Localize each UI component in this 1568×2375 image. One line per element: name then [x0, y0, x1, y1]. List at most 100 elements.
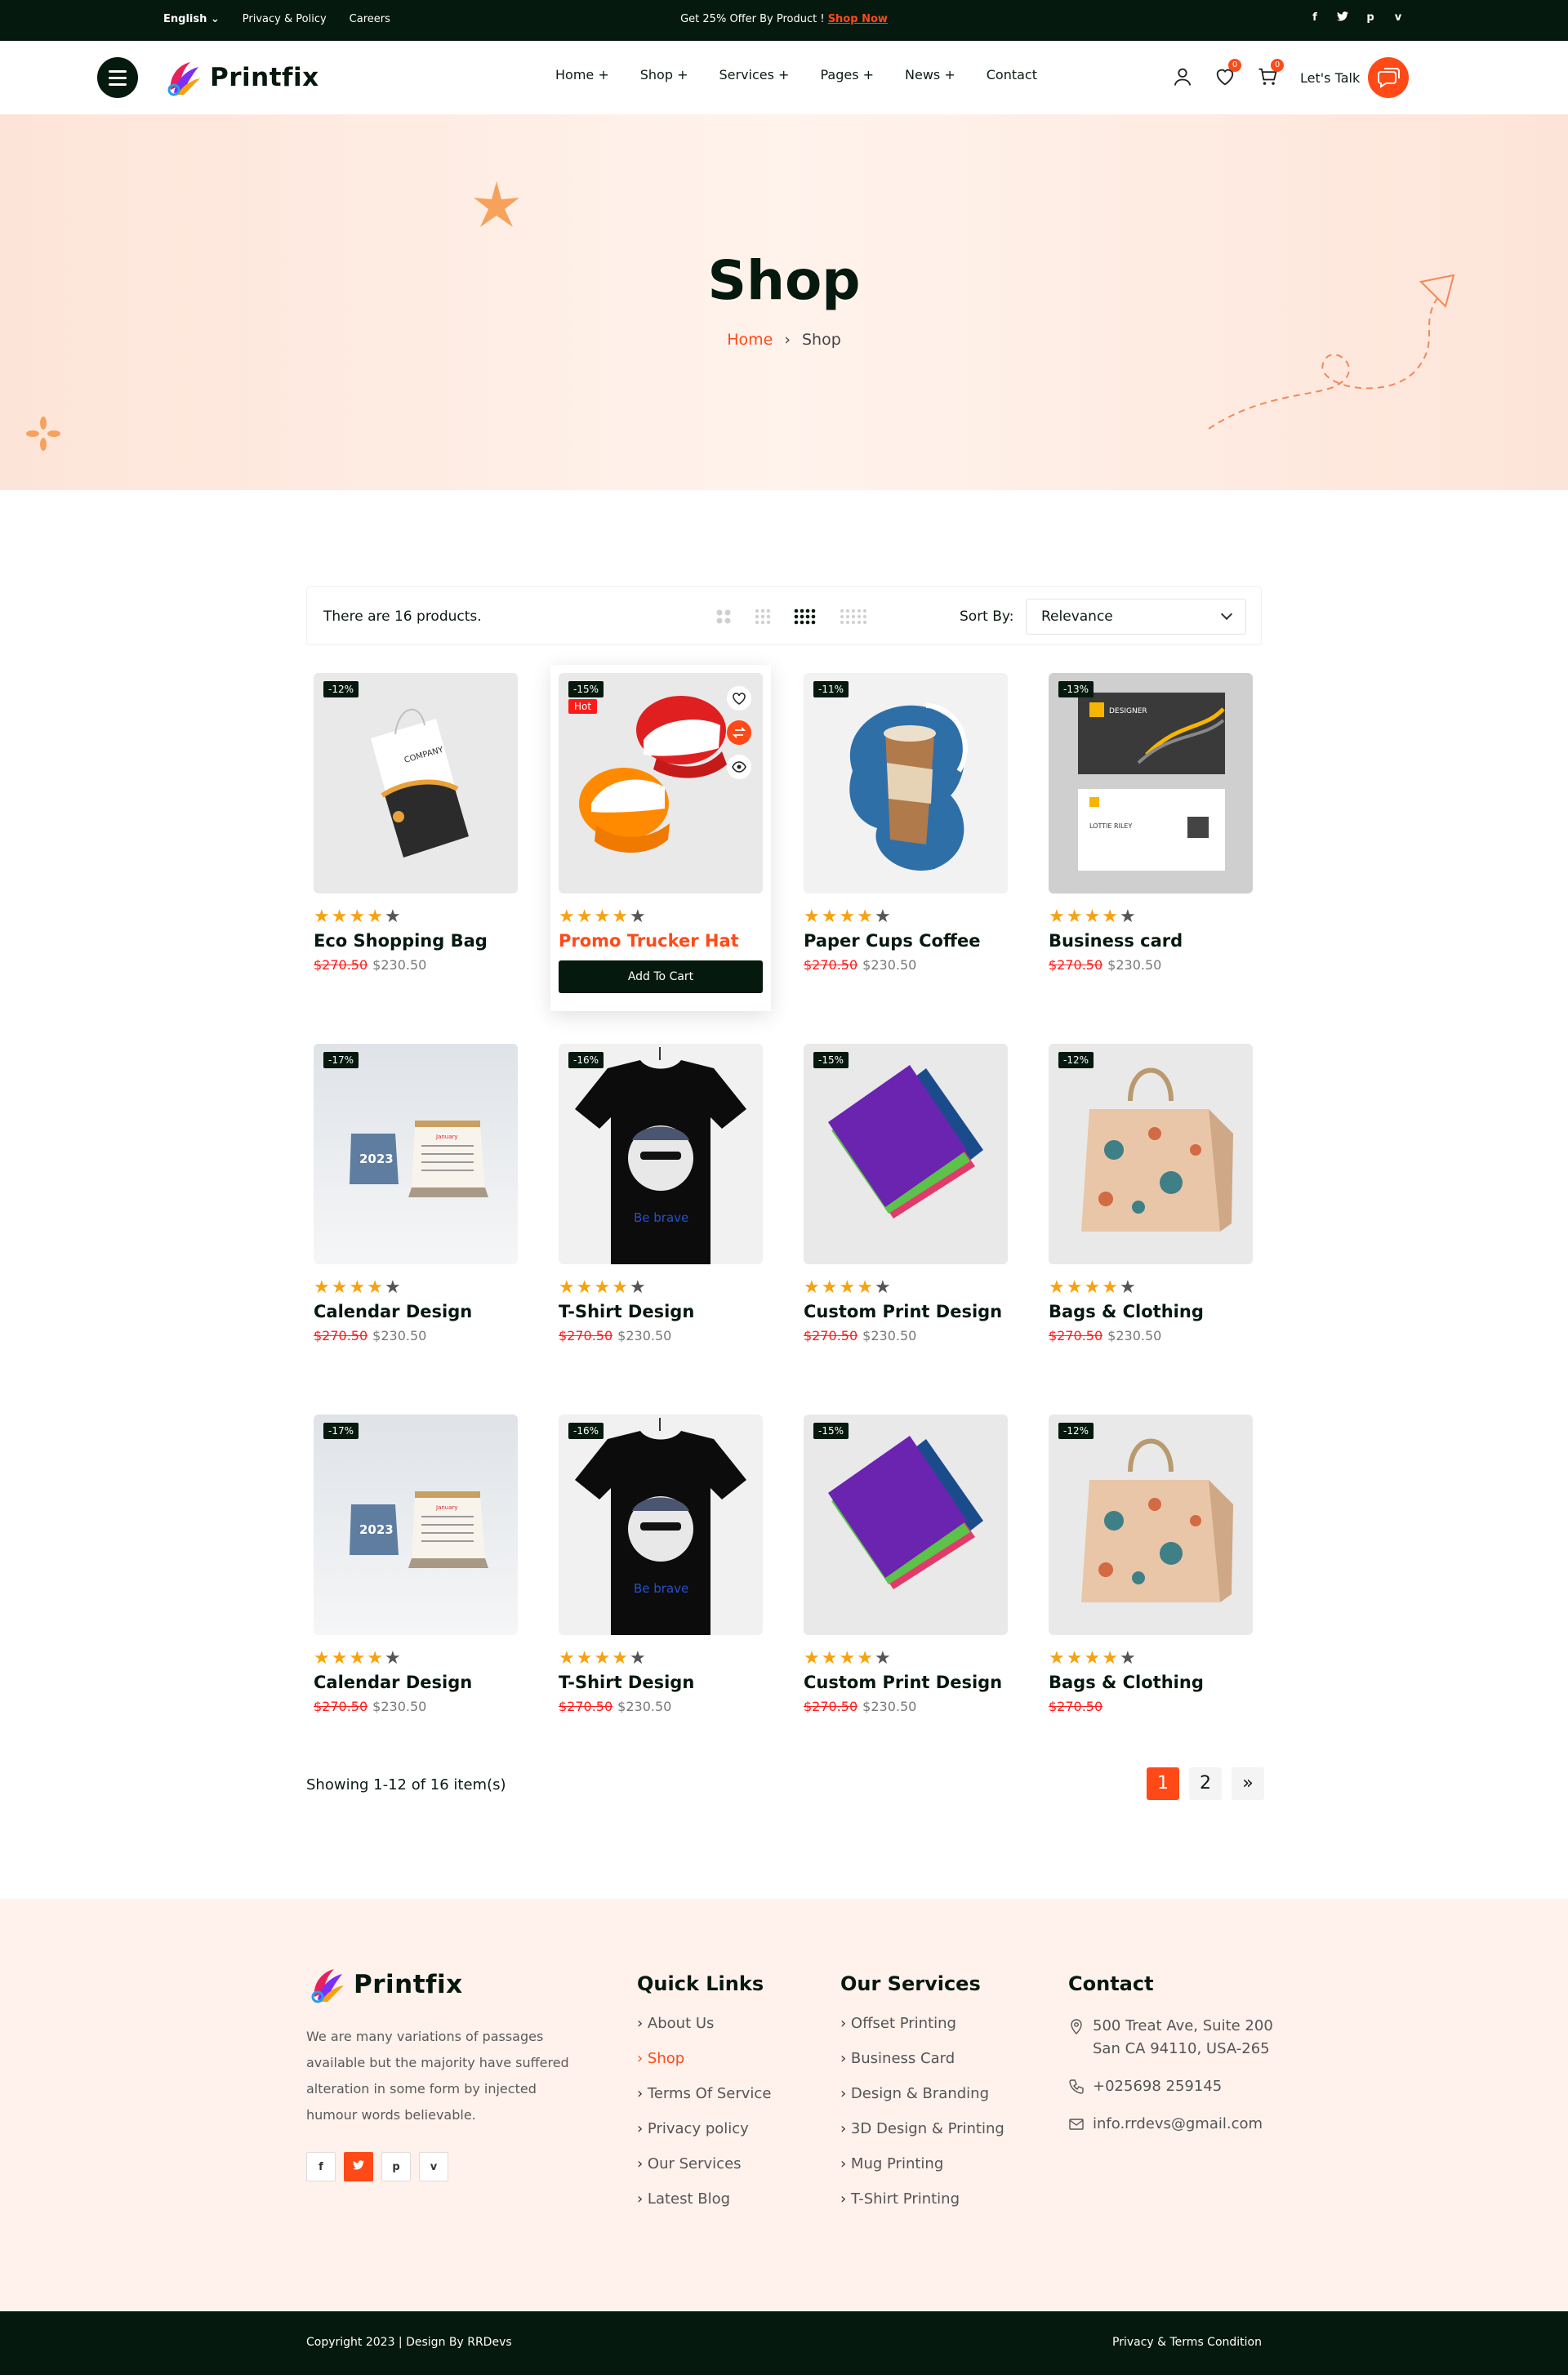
quick-view-icon[interactable]: [727, 755, 751, 779]
nav-news[interactable]: News +: [905, 67, 956, 82]
product-image[interactable]: -12%: [1049, 1044, 1253, 1264]
vimeo-icon[interactable]: v: [1392, 11, 1405, 25]
product-card[interactable]: -11% ★ ★ ★ ★ ★ Paper Cups Coffee $270.50 $230…: [804, 673, 1008, 1044]
rating-stars: ★ ★ ★ ★ ★: [804, 1648, 891, 1669]
product-name[interactable]: Custom Print Design: [804, 1673, 1008, 1692]
compare-icon[interactable]: [727, 720, 751, 745]
discount-badge: -15%: [813, 1052, 849, 1068]
product-name[interactable]: T-Shirt Design: [559, 1673, 763, 1692]
product-name[interactable]: Eco Shopping Bag: [314, 931, 518, 951]
product-image[interactable]: -12%: [1049, 1415, 1253, 1635]
service-link[interactable]: Design & Branding: [840, 2085, 1004, 2102]
footer-pinterest-icon[interactable]: p: [381, 2152, 411, 2181]
product-card[interactable]: -15% ★ ★ ★ ★ ★ Custom Print Design $270.50 $2…: [804, 1044, 1008, 1415]
product-card[interactable]: Be brave -16% ★ ★ ★ ★ ★ T-Shirt Design $270.…: [559, 1415, 763, 1785]
logo[interactable]: Printfix: [163, 57, 319, 98]
product-image[interactable]: COMPANY -12%: [314, 673, 518, 893]
breadcrumb-current: Shop: [802, 331, 841, 349]
product-name[interactable]: Business card: [1049, 931, 1253, 951]
product-card[interactable]: 2023 January -17% ★ ★ ★ ★ ★ Calendar Design …: [314, 1044, 518, 1415]
product-name[interactable]: Bags & Clothing: [1049, 1302, 1253, 1321]
rating-stars: ★ ★ ★ ★ ★: [559, 1648, 646, 1669]
product-image[interactable]: 2023 January -17%: [314, 1415, 518, 1635]
product-name[interactable]: T-Shirt Design: [559, 1302, 763, 1321]
lets-talk-button[interactable]: Let's Talk: [1300, 57, 1410, 98]
grid-5-view-icon[interactable]: [840, 608, 867, 625]
footer-logo[interactable]: Printfix: [306, 1964, 463, 2005]
privacy-terms-link[interactable]: Privacy & Terms Condition: [1112, 2336, 1262, 2349]
product-name[interactable]: Bags & Clothing: [1049, 1673, 1253, 1692]
product-name[interactable]: Custom Print Design: [804, 1302, 1008, 1321]
service-link[interactable]: T-Shirt Printing: [840, 2190, 1004, 2208]
breadcrumb-home-link[interactable]: Home: [727, 331, 773, 349]
product-name[interactable]: Paper Cups Coffee: [804, 931, 1008, 951]
footer-link-privacy[interactable]: Privacy policy: [637, 2120, 771, 2137]
product-card[interactable]: DESIGNER LOTTIE RILEY -13% ★ ★ ★ ★ ★ Busines…: [1049, 673, 1253, 1044]
product-image[interactable]: -11%: [804, 673, 1008, 893]
nav-home[interactable]: Home +: [555, 67, 609, 82]
grid-3-view-icon[interactable]: [755, 608, 771, 625]
product-image[interactable]: Be brave -16%: [559, 1415, 763, 1635]
next-page-button[interactable]: »: [1232, 1767, 1264, 1800]
service-link[interactable]: Business Card: [840, 2050, 1004, 2067]
service-link[interactable]: 3D Design & Printing: [840, 2120, 1004, 2137]
wishlist-icon[interactable]: 0: [1214, 59, 1241, 88]
product-image[interactable]: -15%: [804, 1415, 1008, 1635]
product-name[interactable]: Calendar Design: [314, 1302, 518, 1321]
footer-link-about[interactable]: About Us: [637, 2015, 771, 2032]
service-link[interactable]: Offset Printing: [840, 2015, 1004, 2032]
menu-button[interactable]: [97, 57, 138, 98]
grid-4-view-icon[interactable]: [794, 608, 817, 625]
footer-facebook-icon[interactable]: f: [306, 2152, 336, 2181]
product-card[interactable]: -15% ★ ★ ★ ★ ★ Custom Print Design $270.50 $2…: [804, 1415, 1008, 1785]
product-price: $270.50 $230.50: [314, 1699, 518, 1714]
nav-contact[interactable]: Contact: [987, 67, 1037, 82]
email-address[interactable]: info.rrdevs@gmail.com: [1093, 2113, 1263, 2136]
nav-shop[interactable]: Shop +: [640, 67, 688, 82]
footer-twitter-icon[interactable]: [344, 2152, 373, 2181]
user-icon[interactable]: [1171, 65, 1194, 88]
facebook-icon[interactable]: f: [1308, 11, 1321, 25]
product-name[interactable]: Calendar Design: [314, 1673, 518, 1692]
product-card[interactable]: -12% ★ ★ ★ ★ ★ Bags & Clothing $270.50 $230.5…: [1049, 1044, 1253, 1415]
nav-pages[interactable]: Pages +: [820, 67, 874, 82]
current-price: $230.50: [862, 1328, 917, 1343]
product-name[interactable]: Promo Trucker Hat: [559, 931, 763, 951]
discount-badge: -16%: [568, 1423, 604, 1439]
product-image[interactable]: Be brave -16%: [559, 1044, 763, 1264]
pinterest-icon[interactable]: p: [1364, 11, 1377, 25]
product-card[interactable]: Be brave -16% ★ ★ ★ ★ ★ T-Shirt Design $270.…: [559, 1044, 763, 1415]
product-image[interactable]: -15%: [804, 1044, 1008, 1264]
old-price: $270.50: [559, 1699, 613, 1714]
cart-icon[interactable]: 0: [1256, 59, 1284, 88]
footer-link-terms[interactable]: Terms Of Service: [637, 2085, 771, 2102]
product-image[interactable]: DESIGNER LOTTIE RILEY -13%: [1049, 673, 1253, 893]
add-to-cart-button[interactable]: Add To Cart: [559, 960, 763, 993]
product-card[interactable]: -15% Hot ★ ★ ★ ★ ★ Promo Trucker Hat Add To …: [550, 665, 771, 1011]
current-price: $230.50: [372, 957, 427, 973]
sort-select[interactable]: Relevance: [1026, 599, 1246, 635]
old-price: $270.50: [1049, 1328, 1103, 1343]
shop-now-link[interactable]: Shop Now: [828, 13, 888, 25]
product-image[interactable]: 2023 January -17%: [314, 1044, 518, 1264]
page-1-button[interactable]: 1: [1147, 1767, 1179, 1800]
discount-badge: -15%: [568, 681, 604, 697]
service-link[interactable]: Mug Printing: [840, 2155, 1004, 2172]
product-card[interactable]: -12% ★ ★ ★ ★ ★ Bags & Clothing $270.50: [1049, 1415, 1253, 1785]
product-card[interactable]: COMPANY -12% ★ ★ ★ ★ ★ Eco Shopping Bag $270…: [314, 673, 518, 1044]
product-image[interactable]: -15% Hot: [559, 673, 763, 893]
twitter-icon[interactable]: [1336, 11, 1349, 25]
wishlist-heart-icon[interactable]: [727, 686, 751, 711]
footer-link-shop[interactable]: Shop: [637, 2050, 771, 2067]
phone-number[interactable]: +025698 259145: [1093, 2075, 1222, 2098]
footer-logo-text: Printfix: [354, 1970, 463, 1999]
footer-link-blog[interactable]: Latest Blog: [637, 2190, 771, 2208]
footer-link-services[interactable]: Our Services: [637, 2155, 771, 2172]
product-card[interactable]: 2023 January -17% ★ ★ ★ ★ ★ Calendar Design …: [314, 1415, 518, 1785]
pagination: 1 2 »: [1147, 1767, 1264, 1800]
grid-2-view-icon[interactable]: [715, 608, 732, 625]
svg-text:Be brave: Be brave: [634, 1581, 688, 1596]
page-2-button[interactable]: 2: [1189, 1767, 1222, 1800]
footer-vimeo-icon[interactable]: v: [419, 2152, 448, 2181]
nav-services[interactable]: Services +: [719, 67, 789, 82]
